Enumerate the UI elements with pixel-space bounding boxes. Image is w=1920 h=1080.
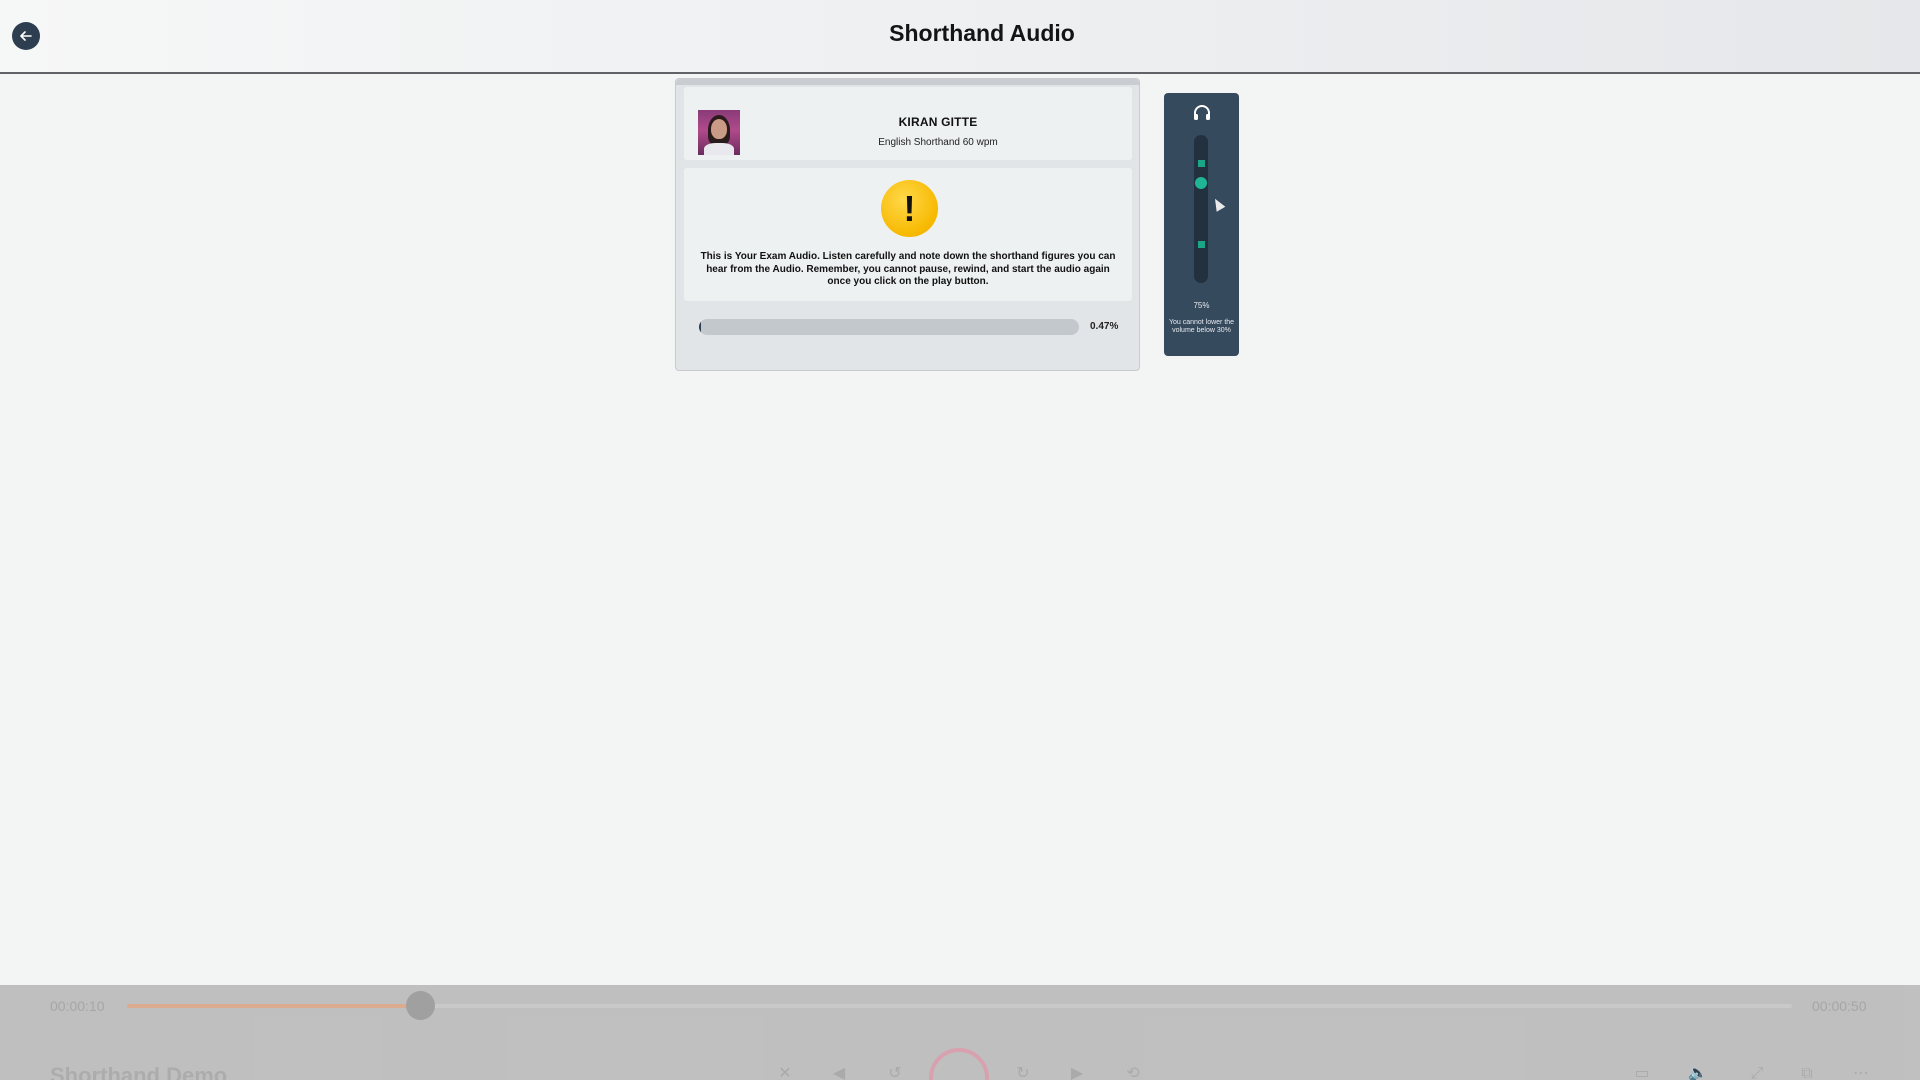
current-time: 00:00:10	[50, 998, 105, 1014]
cast-icon[interactable]: ⧉	[1798, 1066, 1816, 1080]
audio-progress-label: 0.47%	[1090, 321, 1119, 332]
candidate-profile: KIRAN GITTE English Shorthand 60 wpm	[684, 87, 1132, 160]
exclamation-icon: !	[881, 180, 938, 237]
track-title: Shorthand Demo	[50, 1063, 228, 1080]
warning-box: ! This is Your Exam Audio. Listen carefu…	[684, 168, 1132, 301]
app-header: Shorthand Audio	[0, 0, 1920, 74]
shuffle-icon[interactable]: ✕	[776, 1066, 794, 1080]
page-title: Shorthand Audio	[889, 20, 1075, 46]
card-top-band	[676, 79, 1139, 85]
volume-mark-min	[1198, 241, 1205, 248]
mouse-cursor-icon	[1210, 196, 1226, 212]
repeat-icon[interactable]: ⟲	[1124, 1066, 1142, 1080]
volume-slider-thumb[interactable]	[1195, 177, 1207, 189]
seek-bar-fill	[127, 1004, 421, 1008]
volume-note: You cannot lower the volume below 30%	[1168, 319, 1235, 334]
previous-icon[interactable]: ◀	[830, 1066, 848, 1080]
total-time: 00:00:50	[1812, 998, 1867, 1014]
seek-bar-thumb[interactable]	[406, 991, 436, 1020]
fullscreen-icon[interactable]: ⤢	[1748, 1066, 1766, 1080]
volume-percent: 75%	[1193, 301, 1210, 310]
more-icon[interactable]: ⋯	[1852, 1066, 1870, 1080]
exam-audio-card: KIRAN GITTE English Shorthand 60 wpm ! T…	[675, 78, 1140, 371]
seek-bar[interactable]	[127, 991, 1792, 1020]
candidate-course: English Shorthand 60 wpm	[878, 137, 998, 148]
volume-panel: 75% You cannot lower the volume below 30…	[1164, 93, 1239, 356]
play-pause-button[interactable]	[929, 1048, 989, 1080]
headphones-icon	[1194, 105, 1210, 120]
miniplayer-icon[interactable]: ▭	[1633, 1066, 1651, 1080]
avatar	[698, 110, 740, 155]
audio-progress-bar	[699, 319, 1079, 335]
volume-icon[interactable]: 🔈	[1688, 1066, 1708, 1080]
media-player-bar: 00:00:10 00:00:50 Shorthand Demo ✕ ◀ ↺ ↻…	[0, 985, 1920, 1080]
warning-message: This is Your Exam Audio. Listen carefull…	[700, 251, 1116, 287]
next-icon[interactable]: ▶	[1068, 1066, 1086, 1080]
volume-mark-max	[1198, 160, 1205, 167]
volume-slider[interactable]	[1194, 135, 1208, 283]
forward-icon[interactable]: ↻	[1014, 1066, 1032, 1080]
rewind-icon[interactable]: ↺	[886, 1066, 904, 1080]
candidate-name: KIRAN GITTE	[898, 115, 978, 129]
audio-progress-fill	[699, 319, 701, 335]
